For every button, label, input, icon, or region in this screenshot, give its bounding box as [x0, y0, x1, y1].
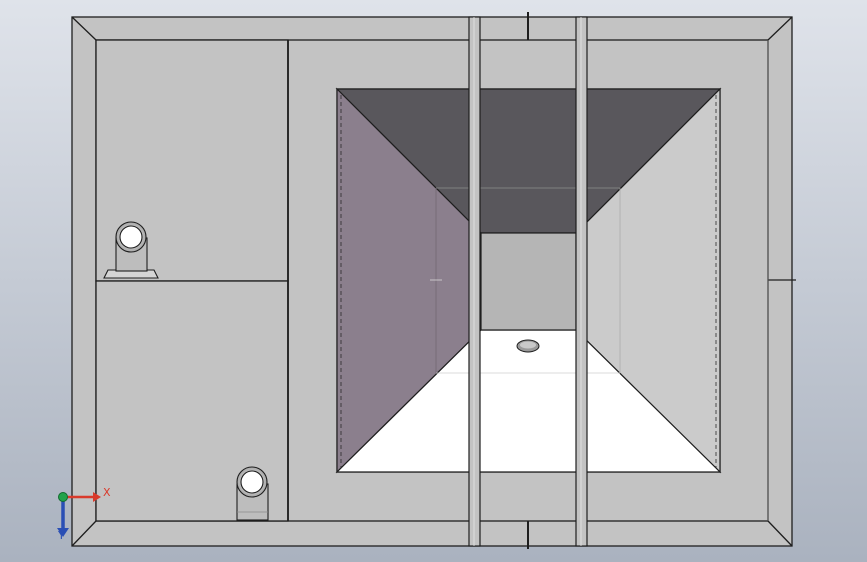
pipe-inner-ring-lower: [240, 470, 264, 494]
drain-hole-inner: [520, 341, 536, 349]
support-rail-right[interactable]: [575, 16, 588, 547]
triad-y-label: Y: [58, 529, 65, 542]
cad-graphics-viewport[interactable]: X Y: [0, 0, 867, 562]
pipe-fitting-lower[interactable]: [236, 466, 269, 521]
hopper-back-wall: [480, 232, 577, 331]
hopper-opening[interactable]: [335, 87, 722, 474]
triad-origin: [58, 492, 68, 502]
support-rail-left[interactable]: [468, 16, 481, 547]
pipe-inner-ring-upper: [119, 225, 143, 249]
triad-x-label: X: [103, 486, 111, 499]
